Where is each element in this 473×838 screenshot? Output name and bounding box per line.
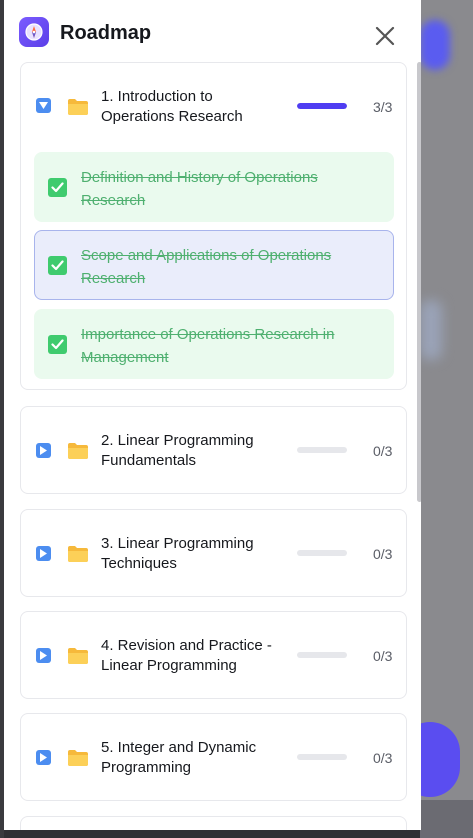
- module-title: 2. Linear Programming Fundamentals: [101, 432, 254, 469]
- roadmap-drawer: Roadmap 1. Introduction to Operations Re…: [4, 0, 421, 830]
- module-progress-bar: [297, 754, 347, 760]
- checkbox-checked-icon: [48, 335, 67, 354]
- caret-right-icon[interactable]: [36, 648, 51, 663]
- module-count: 3/3: [373, 99, 393, 115]
- module-card: 3. Linear Programming Techniques 0/3: [20, 509, 407, 597]
- lesson-title: Scope and Applications of Operations Res…: [81, 247, 332, 287]
- module-progress-bar: [297, 447, 347, 453]
- module-header[interactable]: 5. Integer and Dynamic Programming 0/3: [21, 714, 406, 798]
- compass-icon: [19, 17, 49, 47]
- scrollbar[interactable]: [417, 62, 421, 502]
- module-progress-fill: [297, 103, 347, 109]
- background-avatar: [420, 20, 450, 70]
- caret-right-icon[interactable]: [36, 546, 51, 561]
- drawer-header: Roadmap: [4, 0, 421, 62]
- folder-icon: [68, 648, 88, 664]
- folder-icon: [68, 750, 88, 766]
- module-count: 0/3: [373, 546, 393, 562]
- module-count: 0/3: [373, 750, 393, 766]
- module-progress-bar: [297, 550, 347, 556]
- module-card: 1. Introduction to Operations Research 3…: [20, 62, 407, 390]
- module-header[interactable]: 4. Revision and Practice - Linear Progra…: [21, 612, 406, 696]
- module-card: 4. Revision and Practice - Linear Progra…: [20, 611, 407, 699]
- folder-icon: [68, 443, 88, 459]
- checkbox-checked-icon: [48, 256, 67, 275]
- background-card: [420, 300, 442, 360]
- lesson-item-active[interactable]: Scope and Applications of Operations Res…: [34, 230, 394, 300]
- module-card: [20, 816, 407, 830]
- module-progress-bar: [297, 652, 347, 658]
- page-title: Roadmap: [60, 22, 152, 44]
- module-title: 4. Revision and Practice - Linear Progra…: [101, 637, 272, 674]
- folder-icon: [68, 546, 88, 562]
- module-count: 0/3: [373, 443, 393, 459]
- module-title: 5. Integer and Dynamic Programming: [101, 739, 257, 776]
- module-header[interactable]: 3. Linear Programming Techniques 0/3: [21, 510, 406, 594]
- module-card: 2. Linear Programming Fundamentals 0/3: [20, 406, 407, 494]
- lesson-item[interactable]: Definition and History of Operations Res…: [34, 152, 394, 222]
- module-count: 0/3: [373, 648, 393, 664]
- caret-right-icon[interactable]: [36, 443, 51, 458]
- roadmap-list[interactable]: 1. Introduction to Operations Research 3…: [4, 62, 421, 830]
- folder-icon: [68, 99, 88, 115]
- checkbox-checked-icon: [48, 178, 67, 197]
- module-title: 1. Introduction to Operations Research: [101, 88, 243, 125]
- lesson-title: Definition and History of Operations Res…: [81, 169, 318, 209]
- caret-right-icon[interactable]: [36, 750, 51, 765]
- close-icon: [375, 26, 395, 46]
- module-header[interactable]: 1. Introduction to Operations Research 3…: [21, 63, 406, 147]
- module-title: 3. Linear Programming Techniques: [101, 535, 254, 572]
- module-card: 5. Integer and Dynamic Programming 0/3: [20, 713, 407, 801]
- module-progress-bar: [297, 103, 347, 109]
- background-footer: [420, 800, 473, 838]
- lesson-title: Importance of Operations Research in Man…: [81, 326, 335, 366]
- module-header[interactable]: 2. Linear Programming Fundamentals 0/3: [21, 407, 406, 491]
- caret-down-icon[interactable]: [36, 98, 51, 113]
- lesson-item[interactable]: Importance of Operations Research in Man…: [34, 309, 394, 379]
- background-app-overlay: [400, 0, 473, 838]
- close-button[interactable]: [373, 24, 397, 48]
